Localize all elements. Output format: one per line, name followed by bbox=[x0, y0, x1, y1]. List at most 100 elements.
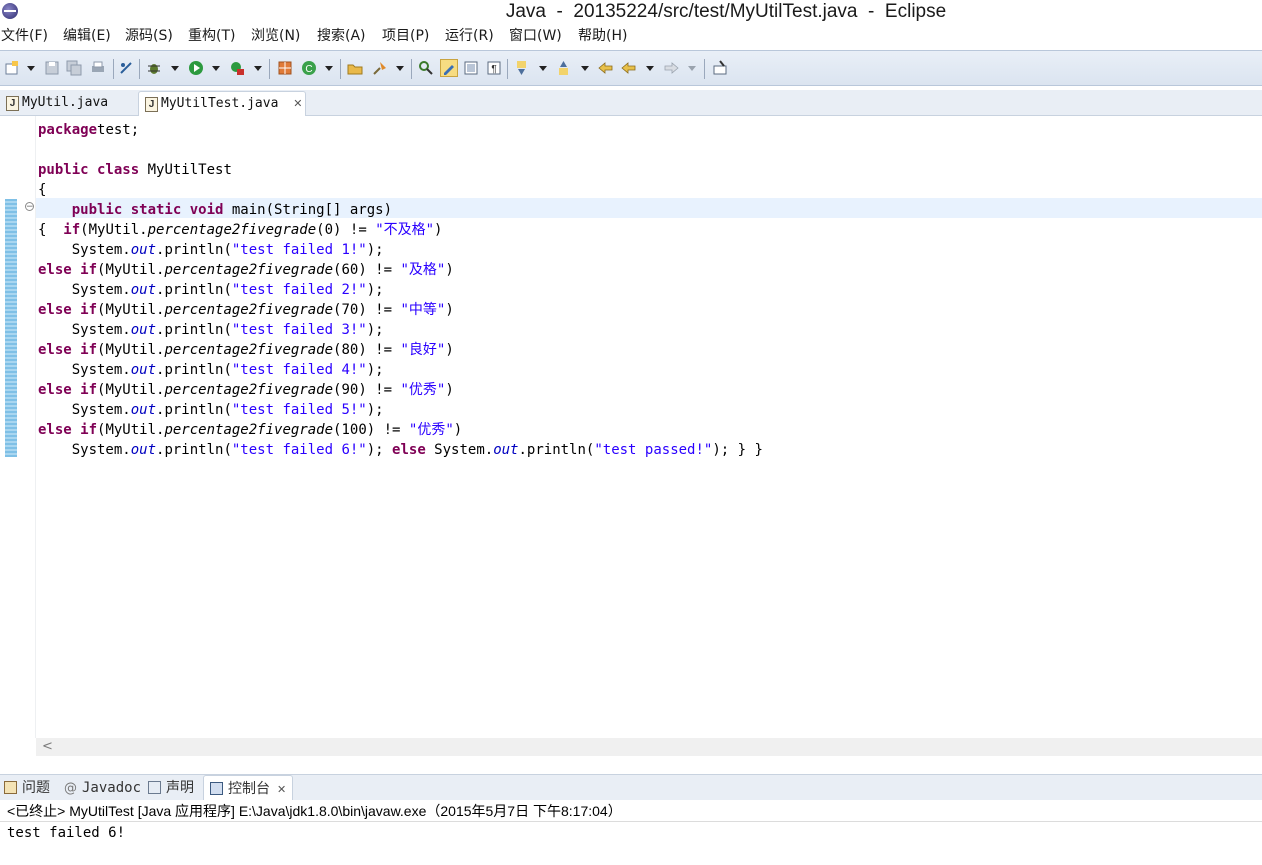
new-java-project-icon[interactable] bbox=[277, 60, 293, 76]
tab-label: MyUtil.java bbox=[22, 95, 109, 110]
block-selection-icon[interactable]: ¶ bbox=[486, 60, 502, 76]
tab-myutiltest-java[interactable]: J MyUtilTest.java ✕ bbox=[138, 91, 306, 116]
toolbar-separator bbox=[139, 59, 140, 79]
code-line[interactable]: System.out.println("test failed 5!"); bbox=[38, 400, 763, 420]
tab-problems[interactable]: 问题 bbox=[4, 775, 50, 801]
code-line[interactable]: System.out.println("test failed 1!"); bbox=[38, 240, 763, 260]
external-tools-icon[interactable] bbox=[229, 60, 245, 76]
code-line[interactable]: else if(MyUtil.percentage2fivegrade(80) … bbox=[38, 340, 763, 360]
code-token: out bbox=[130, 442, 157, 458]
scroll-left-icon[interactable]: < bbox=[42, 738, 53, 756]
tab-javadoc[interactable]: @ Javadoc bbox=[64, 775, 141, 801]
code-line[interactable]: System.out.println("test failed 2!"); bbox=[38, 280, 763, 300]
code-token: out bbox=[130, 242, 157, 258]
code-line[interactable] bbox=[38, 140, 763, 160]
toolbar-separator bbox=[704, 59, 705, 79]
console-process-label: <已终止> MyUtilTest [Java 应用程序] E:\Java\jdk… bbox=[0, 800, 1262, 822]
tab-console[interactable]: 控制台 ✕ bbox=[203, 775, 294, 801]
code-token: main(String[] args) bbox=[223, 202, 393, 218]
code-line[interactable]: else if(MyUtil.percentage2fivegrade(90) … bbox=[38, 380, 763, 400]
external-tools-dropdown-arrow[interactable] bbox=[254, 66, 262, 71]
code-token: out bbox=[130, 282, 157, 298]
new-class-dropdown-arrow[interactable] bbox=[325, 66, 333, 71]
highlight-icon[interactable] bbox=[440, 59, 458, 77]
toggle-mark-occurrences-icon[interactable] bbox=[418, 60, 434, 76]
code-line[interactable]: public class MyUtilTest bbox=[38, 160, 763, 180]
new-icon[interactable] bbox=[4, 60, 20, 76]
code-token: percentage2fivegrade bbox=[164, 302, 334, 318]
debug-dropdown-arrow[interactable] bbox=[171, 66, 179, 71]
code-token: (90) != bbox=[333, 382, 401, 398]
code-token: (MyUtil. bbox=[97, 342, 165, 358]
previous-annotation-dropdown-arrow[interactable] bbox=[581, 66, 589, 71]
code-token: System. bbox=[425, 442, 494, 458]
code-line[interactable]: else if(MyUtil.percentage2fivegrade(70) … bbox=[38, 300, 763, 320]
menu-run[interactable]: 运行(R) bbox=[445, 24, 494, 48]
new-dropdown-arrow[interactable] bbox=[27, 66, 35, 71]
code-token: System. bbox=[38, 282, 131, 298]
search-dropdown-arrow[interactable] bbox=[396, 66, 404, 71]
code-text[interactable]: packagetest; public class MyUtilTest { pub… bbox=[38, 120, 763, 460]
code-token: (0) != bbox=[316, 222, 376, 238]
close-icon[interactable]: ✕ bbox=[293, 92, 302, 116]
next-annotation-icon[interactable] bbox=[514, 60, 530, 76]
tab-label: Javadoc bbox=[82, 780, 142, 796]
menu-project[interactable]: 项目(P) bbox=[382, 24, 429, 48]
menu-refactor[interactable]: 重构(T) bbox=[188, 24, 235, 48]
code-line[interactable]: { bbox=[38, 180, 763, 200]
menu-navigate[interactable]: 浏览(N) bbox=[251, 24, 300, 48]
search-icon[interactable] bbox=[372, 60, 388, 76]
previous-annotation-icon[interactable] bbox=[556, 60, 572, 76]
pin-editor-icon[interactable] bbox=[712, 60, 728, 76]
toggle-breakpoint-icon[interactable] bbox=[118, 60, 134, 76]
next-annotation-dropdown-arrow[interactable] bbox=[539, 66, 547, 71]
forward-dropdown-arrow[interactable] bbox=[688, 66, 696, 71]
menu-window[interactable]: 窗口(W) bbox=[509, 24, 562, 48]
java-file-icon: J bbox=[145, 97, 158, 112]
toolbar-separator bbox=[411, 59, 412, 79]
code-line[interactable]: else if(MyUtil.percentage2fivegrade(60) … bbox=[38, 260, 763, 280]
collapse-icon[interactable]: − bbox=[25, 202, 34, 212]
new-class-icon[interactable]: C bbox=[301, 60, 317, 76]
code-token: .println( bbox=[156, 242, 232, 258]
code-token: else if bbox=[38, 422, 98, 438]
run-icon[interactable] bbox=[188, 60, 204, 76]
menu-help[interactable]: 帮助(H) bbox=[578, 24, 627, 48]
code-line[interactable]: public static void main(String[] args) bbox=[38, 200, 763, 220]
code-token: (60) != bbox=[333, 262, 401, 278]
save-all-icon[interactable] bbox=[66, 60, 82, 76]
code-token: else if bbox=[38, 262, 98, 278]
horizontal-scrollbar[interactable]: < bbox=[36, 738, 1262, 756]
code-token: out bbox=[130, 322, 157, 338]
show-whitespace-icon[interactable] bbox=[463, 60, 479, 76]
tab-myutil-java[interactable]: J MyUtil.java bbox=[0, 91, 132, 116]
code-token: ) bbox=[445, 302, 454, 318]
back-dropdown-arrow[interactable] bbox=[646, 66, 654, 71]
print-icon[interactable] bbox=[90, 60, 106, 76]
code-line[interactable]: else if(MyUtil.percentage2fivegrade(100)… bbox=[38, 420, 763, 440]
menu-file[interactable]: 文件(F) bbox=[1, 24, 48, 48]
code-token: System. bbox=[38, 242, 131, 258]
forward-icon[interactable] bbox=[663, 60, 679, 76]
code-token: percentage2fivegrade bbox=[164, 382, 334, 398]
code-line[interactable]: System.out.println("test failed 6!"); el… bbox=[38, 440, 763, 460]
code-line[interactable]: { if(MyUtil.percentage2fivegrade(0) != "… bbox=[38, 220, 763, 240]
code-token: ); bbox=[366, 362, 384, 378]
menu-source[interactable]: 源码(S) bbox=[125, 24, 173, 48]
debug-icon[interactable] bbox=[146, 60, 162, 76]
code-line[interactable]: System.out.println("test failed 4!"); bbox=[38, 360, 763, 380]
menu-search[interactable]: 搜索(A) bbox=[317, 24, 366, 48]
main-toolbar: C ¶ bbox=[0, 50, 1262, 86]
run-dropdown-arrow[interactable] bbox=[212, 66, 220, 71]
save-icon[interactable] bbox=[44, 60, 60, 76]
code-token: class bbox=[88, 162, 140, 178]
back-icon[interactable] bbox=[621, 60, 637, 76]
menu-edit[interactable]: 编辑(E) bbox=[63, 24, 111, 48]
console-output[interactable]: test failed 6! bbox=[0, 823, 1262, 865]
open-type-icon[interactable] bbox=[347, 60, 363, 76]
code-editor[interactable]: − packagetest; public class MyUtilTest { p… bbox=[0, 116, 1262, 764]
code-line[interactable]: System.out.println("test failed 3!"); bbox=[38, 320, 763, 340]
code-line[interactable]: packagetest; bbox=[38, 120, 763, 140]
tab-declaration[interactable]: 声明 bbox=[148, 775, 194, 801]
last-edit-icon[interactable] bbox=[598, 60, 614, 76]
